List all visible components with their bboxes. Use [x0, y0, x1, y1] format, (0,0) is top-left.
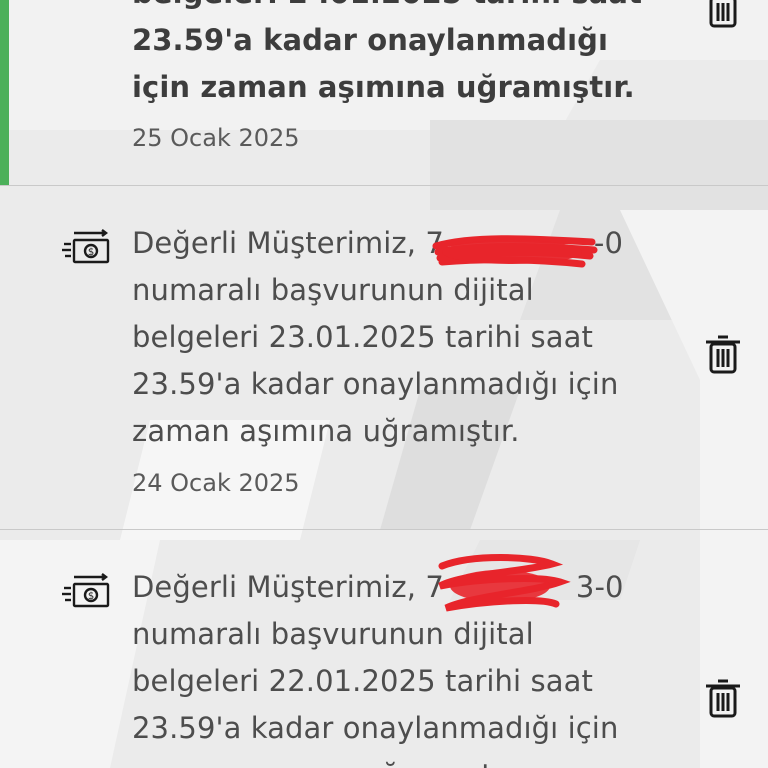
- notification-item[interactable]: $ Değerli Müşterimiz, 7 -0 numaralı başvu…: [0, 186, 768, 530]
- notification-item[interactable]: belgeleri 2 .01.2025 tarihi saat 23.59'a…: [0, 0, 768, 186]
- message-line: Değerli Müşterimiz, 7 -0: [132, 226, 624, 260]
- notification-message: Değerli Müşterimiz, 7 -0 numaralı başvuru…: [132, 220, 662, 455]
- message-line: için zaman aşımına uğramıştır.: [132, 70, 635, 104]
- message-line: Değerli Müşterimiz, 7 3-0: [132, 570, 624, 604]
- notification-item[interactable]: $ Değerli Müşterimiz, 7 3-0 numaralı başv…: [0, 530, 768, 768]
- message-line: zaman aşımına uğramıştır.: [132, 414, 520, 448]
- svg-text:$: $: [88, 591, 94, 602]
- trash-icon[interactable]: [704, 0, 742, 28]
- message-line: 23.59'a kadar onaylanmadığı: [132, 23, 609, 57]
- notification-list: belgeleri 2 .01.2025 tarihi saat 23.59'a…: [0, 0, 768, 768]
- message-line: numaralı başvurunun dijital: [132, 273, 534, 307]
- message-line: 23.59'a kadar onaylanmadığı için: [132, 367, 619, 401]
- trash-icon[interactable]: [704, 678, 742, 718]
- message-line: numaralı başvurunun dijital: [132, 617, 534, 651]
- svg-text:$: $: [88, 247, 94, 258]
- cash-icon: $: [62, 573, 110, 608]
- message-line: zaman aşımına uğramıştır.: [132, 752, 662, 768]
- notification-message: Değerli Müşterimiz, 7 3-0 numaralı başvur…: [132, 564, 662, 768]
- notification-date: 24 Ocak 2025: [132, 469, 300, 497]
- cash-icon: $: [62, 229, 110, 264]
- notification-message: belgeleri 2 .01.2025 tarihi saat 23.59'a…: [132, 0, 662, 111]
- unread-indicator: [0, 0, 9, 185]
- message-line: belgeleri 2 .01.2025 tarihi saat: [132, 0, 662, 17]
- message-line: belgeleri 22.01.2025 tarihi saat: [132, 664, 593, 698]
- notification-date: 25 Ocak 2025: [132, 124, 300, 152]
- message-line: 23.59'a kadar onaylanmadığı için: [132, 711, 619, 745]
- trash-icon[interactable]: [704, 334, 742, 374]
- message-line: belgeleri 23.01.2025 tarihi saat: [132, 320, 593, 354]
